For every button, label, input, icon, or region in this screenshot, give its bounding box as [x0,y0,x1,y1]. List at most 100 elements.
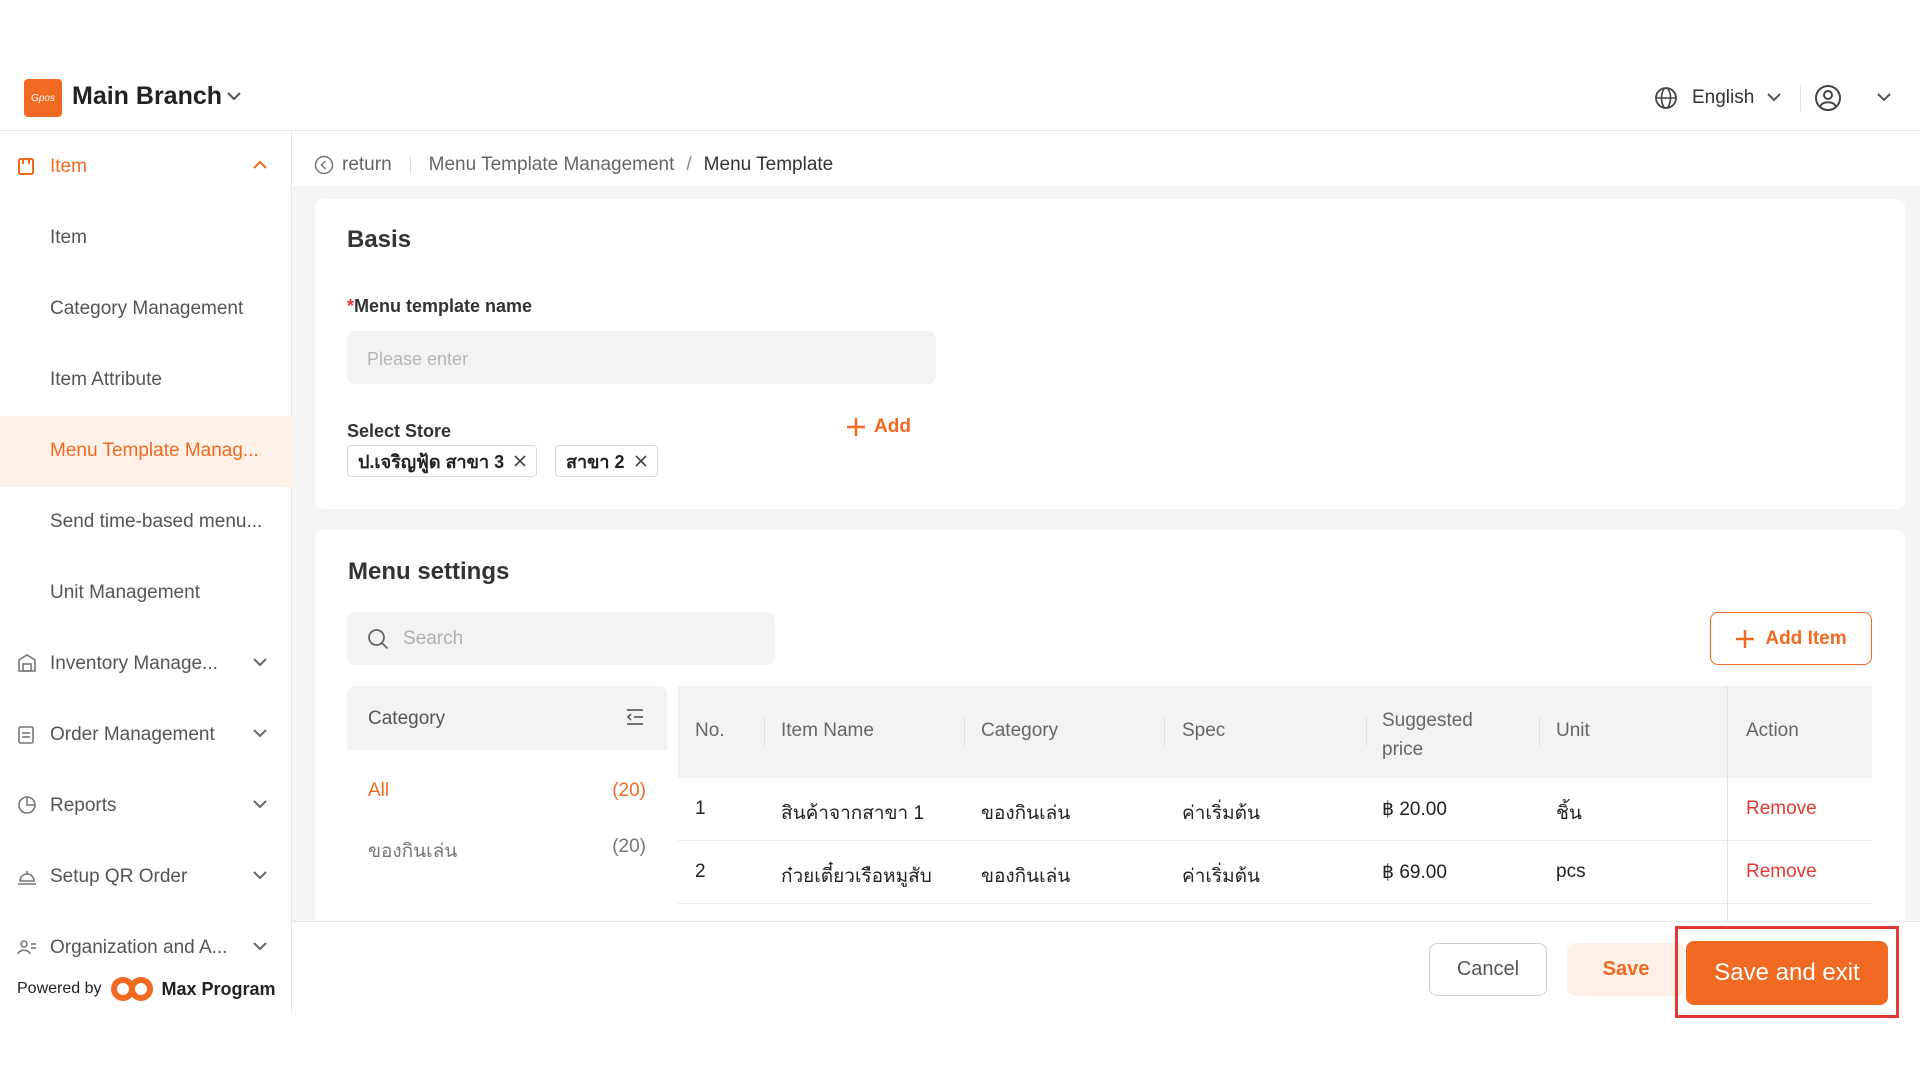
chevron-down-icon [253,729,267,738]
sidebar-item-label: Send time-based menu... [50,511,263,532]
sidebar-item-item-attribute[interactable]: Item Attribute [0,345,292,416]
plus-icon [847,418,865,436]
sidebar: Item Item Category Management Item Attri… [0,132,292,1012]
chevron-down-icon [253,800,267,809]
highlight-box [1675,926,1899,1018]
column-divider [1539,716,1540,746]
sidebar-item-label: Menu Template Manag... [50,440,259,461]
chevron-down-icon[interactable] [1876,92,1892,102]
add-item-label: Add Item [1765,627,1847,649]
template-name-label: *Menu template name [347,296,532,317]
sidebar-item-unit-management[interactable]: Unit Management [0,558,292,629]
return-label: return [342,154,392,175]
breadcrumb-separator: / [686,154,692,175]
category-header: Category [347,686,667,750]
globe-icon [1655,87,1677,109]
plus-icon [1736,629,1755,648]
sidebar-item-menu-template-management[interactable]: Menu Template Manag... [0,416,292,487]
store-tag: ป.เจริญฟู้ด สาขา 3 [347,445,538,477]
divider [1800,85,1801,111]
category-item-all[interactable]: All (20) [368,780,646,802]
template-name-label-text: Menu template name [354,296,533,316]
add-store-button[interactable]: Add [846,416,911,438]
search-icon [368,628,389,649]
cell-unit: pcs [1556,861,1586,882]
basis-title: Basis [347,226,412,253]
breadcrumb: return Menu Template Management / Menu T… [314,154,833,176]
user-avatar-icon[interactable] [1814,84,1842,112]
fixed-column-divider [1727,686,1728,921]
sidebar-item-time-based-menu[interactable]: Send time-based menu... [0,487,292,558]
add-store-label: Add [874,416,911,437]
powered-by-label: Powered by [17,980,102,997]
store-tag-label: ป.เจริญฟู้ด สาขา 3 [358,451,505,472]
chevron-down-icon[interactable] [226,91,242,101]
category-count: (20) [612,780,646,801]
store-tag: สาขา 2 [555,445,658,477]
cell-spec: ค่าเริ่มต้น [1182,803,1260,824]
column-header: Spec [1182,720,1226,741]
column-header: Category [981,720,1059,741]
cloche-icon [18,871,36,885]
table-row: 2 ก๋วยเตี๋ยวเรือหมูสับ ของกินเล่น ค่าเริ… [678,841,1872,904]
pie-chart-icon [18,796,36,814]
save-button[interactable]: Save [1567,943,1685,996]
breadcrumb-parent[interactable]: Menu Template Management [429,154,675,176]
return-link[interactable]: return [314,154,392,176]
sidebar-item-label: Setup QR Order [50,866,188,887]
search-placeholder: Search [403,627,464,649]
close-icon[interactable] [634,455,647,467]
template-name-input[interactable]: Please enter [347,331,936,384]
sidebar-item-label: Order Management [50,724,215,745]
sidebar-item-label: Item [50,227,87,248]
select-store-label: Select Store [347,421,452,441]
powered-by: Powered by Max Program [17,976,276,1002]
cell-unit: ชิ้น [1556,803,1582,824]
column-header: Unit [1556,720,1590,741]
divider [409,156,411,174]
category-name: All [368,780,390,801]
cancel-button[interactable]: Cancel [1429,943,1547,996]
chevron-down-icon[interactable] [1766,92,1782,102]
sidebar-group-inventory[interactable]: Inventory Manage... [0,629,292,700]
required-mark: * [347,296,355,316]
add-item-button[interactable]: Add Item [1710,612,1872,665]
sidebar-item-label: Inventory Manage... [50,653,218,674]
sidebar-item-label: Item Attribute [50,369,162,390]
sidebar-item-category-management[interactable]: Category Management [0,274,292,345]
gpos-logo: Gpos [24,79,62,117]
sidebar-group-item[interactable]: Item [0,132,292,203]
column-header: Item Name [781,720,874,741]
chevron-up-icon [253,160,267,169]
category-header-label: Category [368,708,446,729]
collapse-menu-icon[interactable] [625,708,645,726]
sidebar-item-item[interactable]: Item [0,203,292,274]
language-selector[interactable]: English [1692,87,1754,109]
sidebar-group-order[interactable]: Order Management [0,700,292,771]
back-circle-icon [314,155,334,175]
cell-item-name: ก๋วยเตี๋ยวเรือหมูสับ [781,866,932,887]
sidebar-item-label: Unit Management [50,582,200,603]
search-input[interactable]: Search [347,612,775,665]
chevron-down-icon [253,871,267,880]
category-item[interactable]: ของกินเล่น (20) [368,836,646,866]
people-icon [17,940,36,955]
warehouse-icon [18,654,36,672]
sidebar-group-reports[interactable]: Reports [0,771,292,842]
breadcrumb-current: Menu Template [703,154,834,175]
brand-name: Max Program [161,978,276,999]
table-header: No. Item Name Category Spec Suggested pr… [678,686,1872,778]
sidebar-group-organization[interactable]: Organization and A... [0,913,292,984]
cell-category: ของกินเล่น [981,866,1071,887]
branch-selector[interactable]: Main Branch [72,82,222,111]
column-header: Action [1746,720,1799,741]
column-header: No. [695,720,725,741]
remove-link[interactable]: Remove [1746,798,1817,820]
column-divider [1366,716,1367,746]
cell-price: ฿ 69.00 [1382,862,1447,883]
sidebar-item-label: Organization and A... [50,937,228,958]
menu-settings-title: Menu settings [348,558,510,585]
remove-link[interactable]: Remove [1746,861,1817,883]
sidebar-group-qr-order[interactable]: Setup QR Order [0,842,292,913]
close-icon[interactable] [514,455,526,467]
